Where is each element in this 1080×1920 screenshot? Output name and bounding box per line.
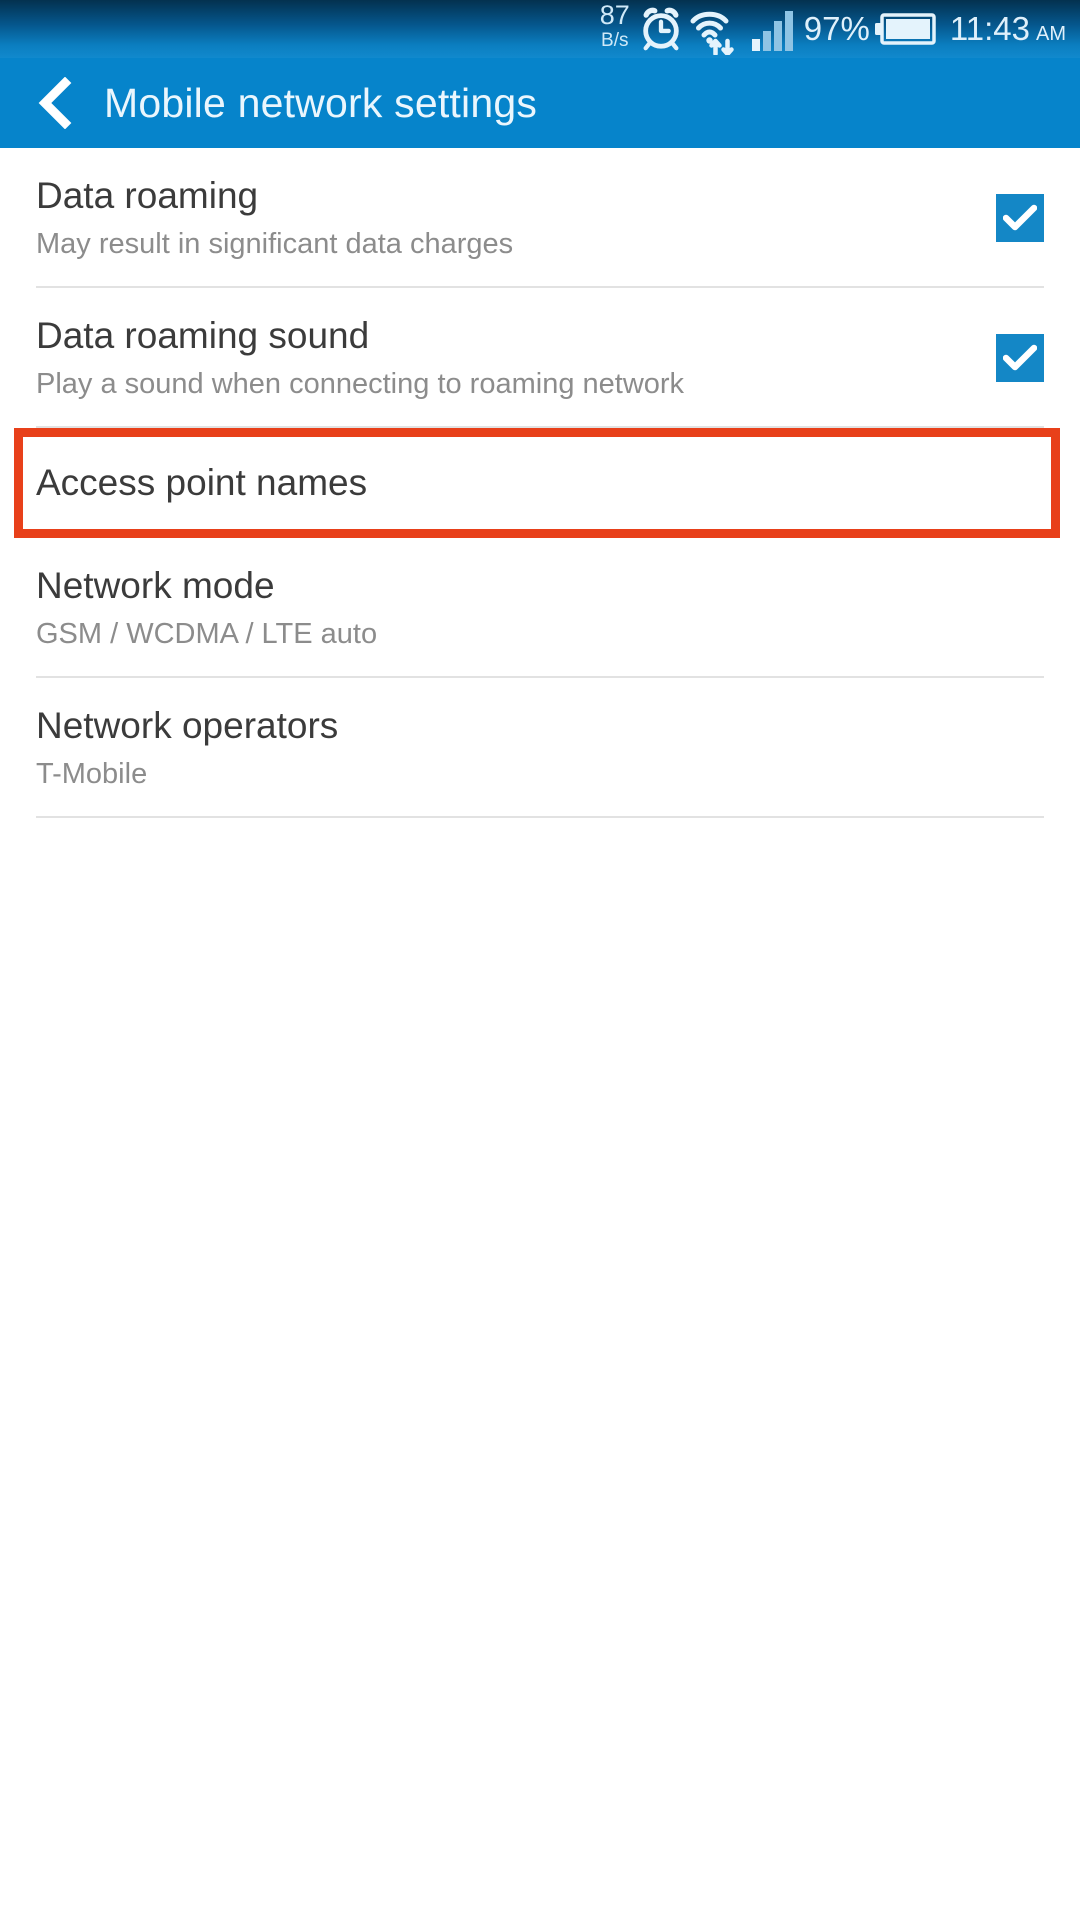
list-item-title: Data roaming sound: [36, 314, 370, 356]
data-speed-value: 87: [599, 0, 630, 30]
list-item-title: Data roaming: [36, 174, 259, 216]
list-item-text-block: Access point names: [36, 462, 367, 505]
clock: 11:43 AM: [950, 0, 1066, 58]
wifi-icon: [688, 0, 750, 58]
settings-list: Data roaming May result in significant d…: [0, 148, 1080, 818]
list-item-network-operators[interactable]: Network operators T-Mobile: [0, 678, 1080, 818]
data-speed-unit: B/s: [601, 30, 629, 51]
checkmark-icon: [1003, 344, 1037, 371]
battery-icon: [870, 0, 940, 58]
battery-percent-label: 97%: [803, 10, 870, 47]
list-item-subtitle: T-Mobile: [36, 758, 148, 791]
status-bar-icon-cluster: 87 B/s 97% 11:43 AM: [600, 0, 1066, 58]
list-item-access-point-names[interactable]: Access point names: [0, 428, 1080, 538]
list-item-title: Network operators: [36, 704, 339, 746]
access-point-names-highlight-wrapper: Access point names: [0, 428, 1080, 538]
list-divider: [36, 816, 1044, 818]
back-button[interactable]: [26, 73, 86, 133]
back-chevron-icon: [38, 77, 72, 129]
list-item-text-block: Data roaming sound Play a sound when con…: [36, 315, 684, 402]
page-title: Mobile network settings: [104, 79, 538, 126]
list-item-data-roaming[interactable]: Data roaming May result in significant d…: [0, 148, 1080, 288]
action-bar: Mobile network settings: [0, 58, 1080, 148]
list-item-text-block: Network mode GSM / WCDMA / LTE auto: [36, 565, 377, 652]
list-item-subtitle: Play a sound when connecting to roaming …: [36, 368, 685, 401]
list-item-title: Network mode: [36, 564, 275, 606]
list-item-title: Access point names: [36, 461, 368, 503]
clock-time: 11:43: [949, 10, 1030, 47]
alarm-icon: [638, 0, 688, 58]
signal-bars-icon: [750, 0, 802, 58]
status-bar: 87 B/s 97% 11:43 AM: [0, 0, 1080, 58]
list-item-subtitle: May result in significant data charges: [36, 228, 514, 261]
list-item-network-mode[interactable]: Network mode GSM / WCDMA / LTE auto: [0, 538, 1080, 678]
list-item-text-block: Data roaming May result in significant d…: [36, 175, 513, 262]
list-item-text-block: Network operators T-Mobile: [36, 705, 338, 792]
data-roaming-sound-checkbox[interactable]: [996, 334, 1044, 382]
data-speed-indicator: 87 B/s: [599, 0, 630, 51]
list-item-data-roaming-sound[interactable]: Data roaming sound Play a sound when con…: [0, 288, 1080, 428]
data-roaming-checkbox[interactable]: [996, 194, 1044, 242]
list-item-subtitle: GSM / WCDMA / LTE auto: [36, 618, 378, 651]
clock-period: AM: [1036, 23, 1066, 45]
checkmark-icon: [1003, 204, 1037, 231]
